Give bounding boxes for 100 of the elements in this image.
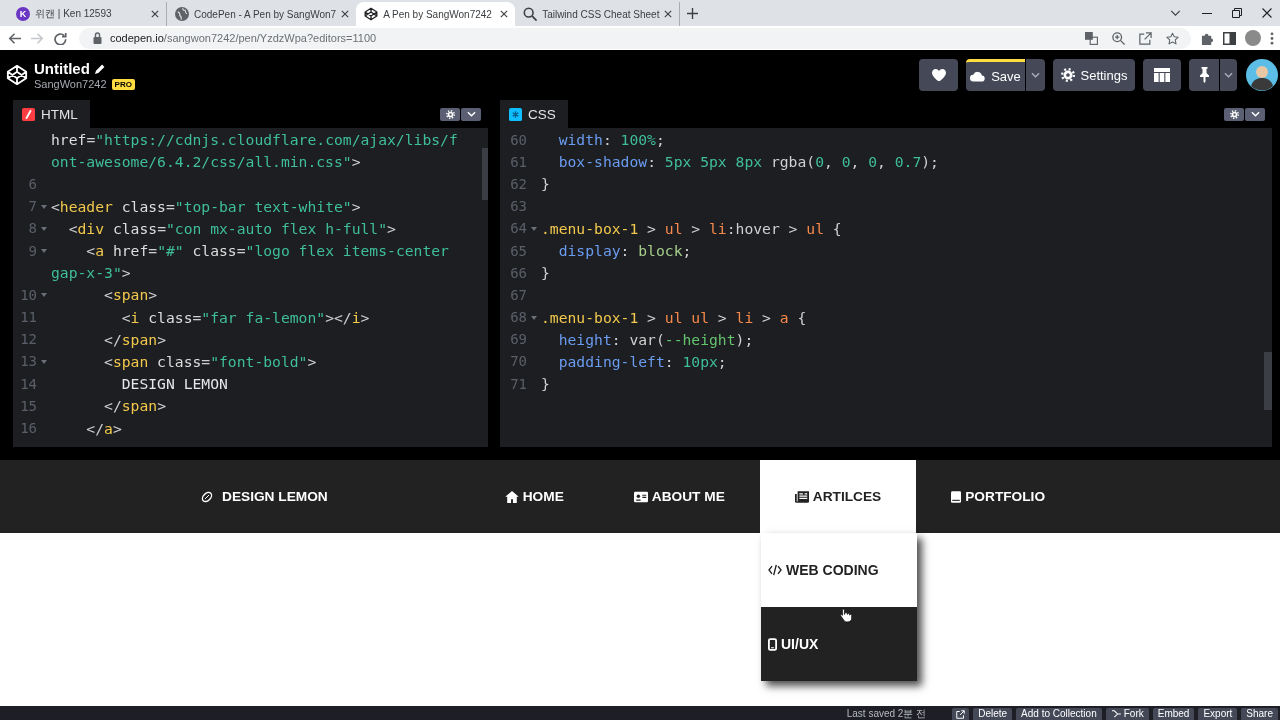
code-line: </span> bbox=[103, 397, 166, 416]
line-number: 60 bbox=[510, 131, 527, 149]
browser-tab[interactable]: CodePen - A Pen by SangWon7 bbox=[167, 2, 357, 26]
code-line: height: var(--height); bbox=[557, 330, 754, 349]
line-number: 8 bbox=[28, 220, 37, 238]
code-line: <header class="top-bar text-white"> bbox=[51, 197, 361, 216]
star-icon[interactable] bbox=[1166, 31, 1179, 45]
fold-arrow-icon[interactable] bbox=[41, 293, 47, 298]
line-number: 14 bbox=[20, 375, 37, 393]
leaf-icon bbox=[200, 490, 214, 503]
more-icon[interactable] bbox=[1270, 31, 1274, 45]
editor-tab[interactable]: CSS bbox=[500, 100, 568, 128]
cube-logo-icon[interactable] bbox=[6, 64, 28, 86]
fold-arrow-icon[interactable] bbox=[41, 226, 47, 231]
browser-tab[interactable]: A Pen by SangWon7242 bbox=[356, 2, 516, 26]
fold-arrow-icon[interactable] bbox=[531, 315, 537, 320]
close-icon[interactable] bbox=[1262, 8, 1272, 18]
pin-button[interactable] bbox=[1189, 59, 1219, 91]
nav-link[interactable]: PORTFOLIO bbox=[916, 460, 1081, 533]
house-icon bbox=[504, 490, 519, 503]
settings-button[interactable]: Settings bbox=[1053, 59, 1135, 91]
close-icon[interactable] bbox=[664, 10, 673, 18]
line-number: 12 bbox=[20, 331, 37, 349]
line-number: 71 bbox=[510, 375, 527, 393]
open-external-button[interactable] bbox=[952, 708, 970, 720]
line-number: 11 bbox=[20, 309, 37, 327]
phone-icon bbox=[768, 637, 777, 651]
gear-icon bbox=[445, 109, 455, 119]
line-number: 9 bbox=[28, 242, 37, 260]
line-number: 15 bbox=[20, 397, 37, 415]
close-icon[interactable] bbox=[341, 10, 350, 18]
footer-button[interactable]: Embed bbox=[1152, 708, 1195, 720]
brand-link[interactable]: DESIGN LEMON bbox=[164, 460, 364, 533]
line-number: 70 bbox=[510, 353, 527, 371]
restore-icon[interactable] bbox=[1232, 8, 1242, 18]
minimize-icon[interactable] bbox=[1202, 12, 1212, 14]
caret-icon bbox=[1031, 72, 1040, 78]
footer-button[interactable]: Delete bbox=[973, 708, 1013, 720]
line-number: 65 bbox=[510, 242, 527, 260]
pen-title[interactable]: Untitled bbox=[34, 60, 90, 77]
line-number: 64 bbox=[510, 220, 527, 238]
like-button[interactable] bbox=[919, 59, 958, 91]
layout-button[interactable] bbox=[1143, 59, 1181, 91]
editor-settings-button[interactable] bbox=[1224, 107, 1244, 121]
close-icon[interactable] bbox=[151, 10, 159, 18]
line-number: 69 bbox=[510, 331, 527, 349]
fold-arrow-icon[interactable] bbox=[531, 226, 537, 231]
author-link[interactable]: SangWon7242 bbox=[34, 78, 107, 90]
chevron-down-icon[interactable] bbox=[1170, 10, 1181, 16]
scrollbar-thumb[interactable] bbox=[1264, 352, 1272, 410]
fold-arrow-icon[interactable] bbox=[41, 249, 47, 254]
back-arrow-icon[interactable] bbox=[8, 31, 21, 45]
reload-icon[interactable] bbox=[54, 31, 67, 45]
line-number: 67 bbox=[510, 286, 527, 304]
footer-button[interactable]: Add to Collection bbox=[1016, 708, 1102, 720]
footer-button[interactable]: Export bbox=[1198, 708, 1238, 720]
line-number: 16 bbox=[20, 420, 37, 438]
collapse-button[interactable] bbox=[1245, 107, 1265, 121]
code-line: display: block; bbox=[557, 242, 692, 261]
code-line: width: 100%; bbox=[557, 131, 665, 150]
sidebar-icon[interactable] bbox=[1223, 31, 1236, 45]
overlapping-squares-icon[interactable] bbox=[1085, 31, 1098, 45]
scrollbar-thumb[interactable] bbox=[482, 148, 488, 200]
nav-link[interactable]: ABOUT ME bbox=[598, 460, 760, 533]
footer-button[interactable]: Fork bbox=[1105, 708, 1149, 720]
pencil-icon[interactable] bbox=[94, 63, 105, 74]
close-icon[interactable] bbox=[500, 10, 509, 18]
nav-link[interactable]: HOME bbox=[469, 460, 599, 533]
editor-tab[interactable]: HTML bbox=[13, 100, 90, 128]
book-icon bbox=[951, 490, 962, 503]
cloud-icon bbox=[970, 71, 986, 82]
share-icon[interactable] bbox=[1139, 31, 1152, 45]
caret-icon bbox=[1224, 72, 1233, 78]
dropdown-item[interactable]: WEB CODING bbox=[761, 533, 917, 607]
dropdown-button[interactable] bbox=[1026, 59, 1045, 91]
heart-icon bbox=[931, 68, 946, 82]
fold-arrow-icon[interactable] bbox=[41, 204, 47, 209]
pro-badge: PRO bbox=[111, 78, 135, 90]
puzzle-icon[interactable] bbox=[1201, 31, 1214, 45]
zoom-icon[interactable] bbox=[1112, 31, 1125, 45]
user-avatar[interactable] bbox=[1246, 59, 1278, 91]
line-number: 68 bbox=[510, 309, 527, 327]
line-number: 62 bbox=[510, 175, 527, 193]
fold-arrow-icon[interactable] bbox=[41, 359, 47, 364]
footer-button[interactable]: Share bbox=[1241, 708, 1278, 720]
globe-icon bbox=[175, 7, 189, 21]
code-editor[interactable] bbox=[13, 128, 488, 447]
collapse-button[interactable] bbox=[461, 107, 481, 121]
dropdown-item[interactable]: UI/UX bbox=[761, 607, 917, 681]
nav-link[interactable]: ARTILCES bbox=[759, 460, 917, 533]
address-bar[interactable]: codepen.io/sangwon7242/pen/YzdzWpa?editors=1100 bbox=[79, 27, 1191, 49]
code-line: <a href="#" class="logo flex items-center bbox=[85, 242, 449, 261]
code-line: box-shadow: 5px 5px 8px rgba(0, 0, 0, 0.7); bbox=[557, 153, 939, 172]
save-button[interactable]: Save bbox=[966, 59, 1025, 91]
plus-icon[interactable] bbox=[687, 7, 699, 19]
profile-avatar[interactable] bbox=[1245, 30, 1261, 46]
code-line: href="https://cdnjs.cloudflare.com/ajax/libs/f bbox=[51, 131, 458, 150]
code-line: </a> bbox=[85, 419, 122, 438]
editor-settings-button[interactable] bbox=[440, 107, 460, 121]
code-line: .menu-box-1 > ul ul > li > a { bbox=[541, 308, 807, 327]
